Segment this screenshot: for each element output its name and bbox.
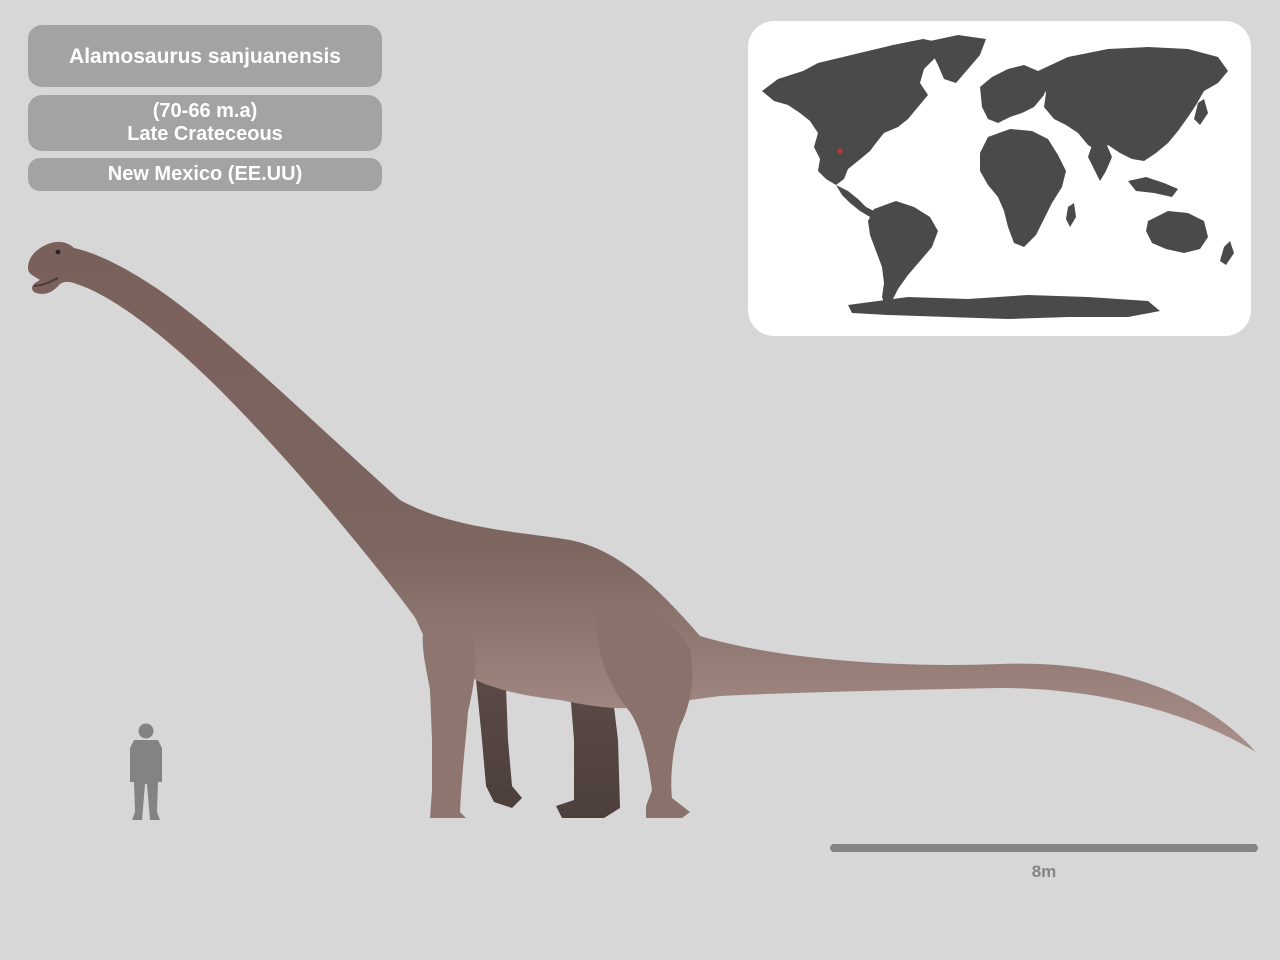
scale-label: 8m — [1031, 862, 1057, 881]
human-silhouette-icon — [130, 723, 162, 820]
dinosaur-eye — [55, 249, 61, 255]
far-hind-leg — [556, 690, 620, 818]
far-front-leg — [476, 680, 522, 808]
near-front-leg — [422, 621, 476, 818]
scene — [28, 241, 1256, 820]
scale-bar — [830, 844, 1258, 852]
